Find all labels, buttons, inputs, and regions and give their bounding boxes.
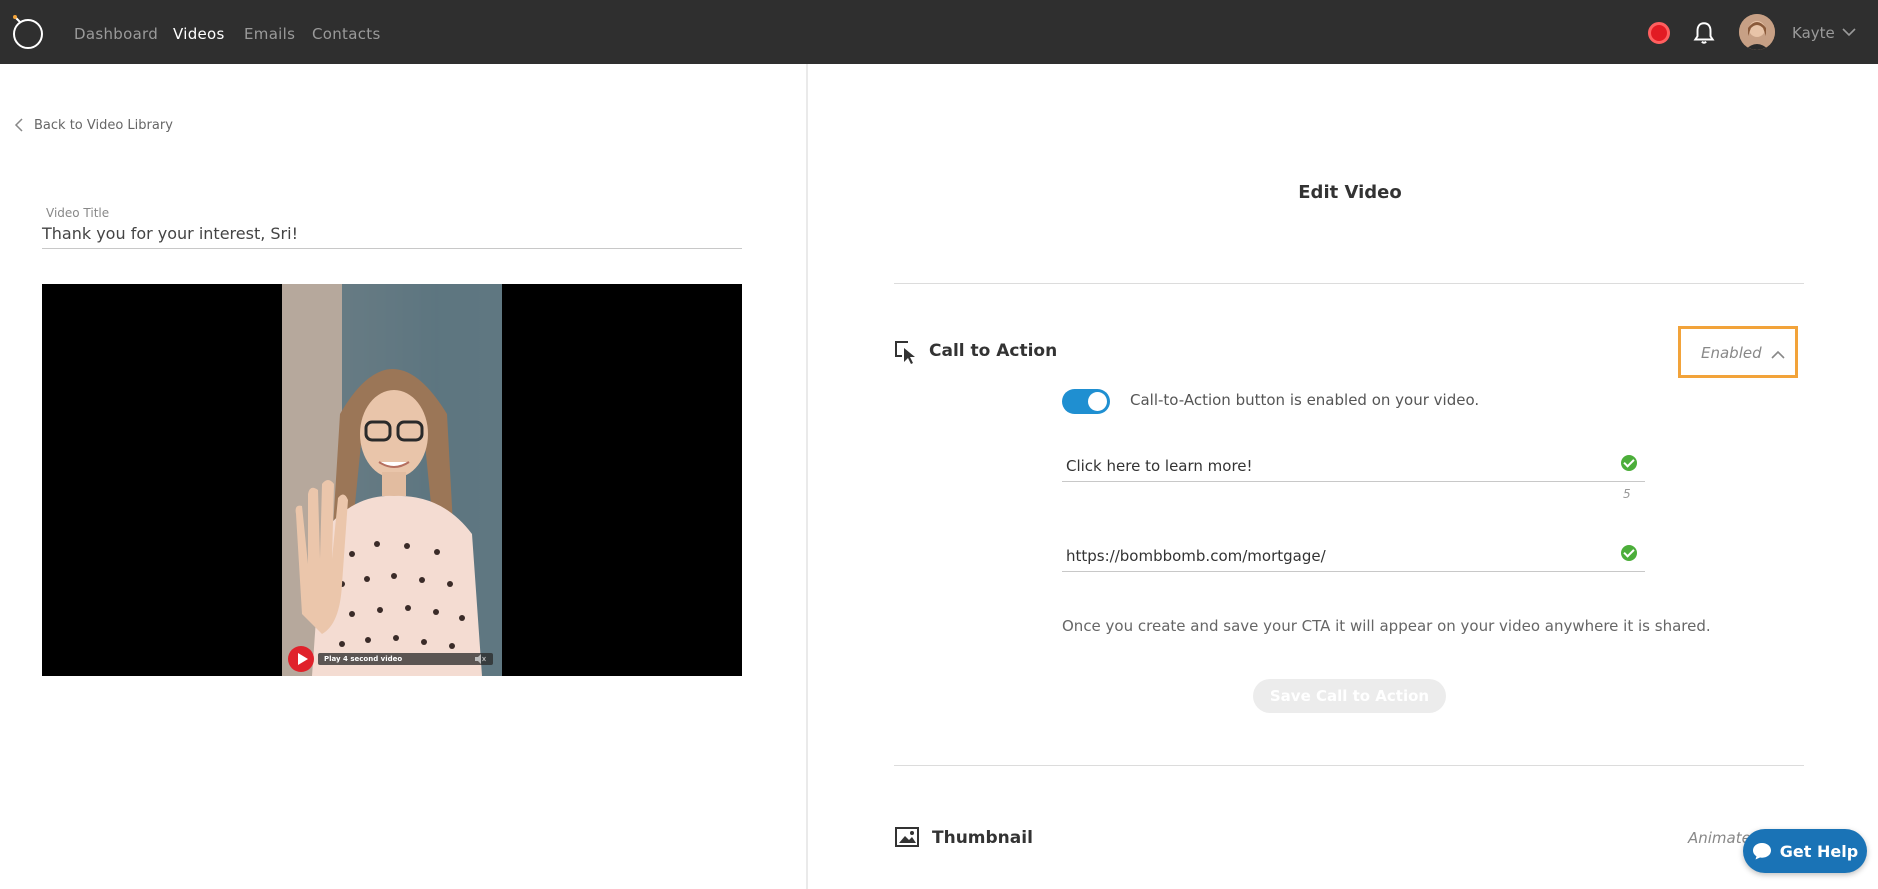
back-to-library-link[interactable]: Back to Video Library (14, 117, 173, 133)
cursor-click-icon (895, 341, 915, 364)
mute-icon[interactable] (474, 654, 486, 664)
section-divider (894, 765, 1804, 766)
video-play-label: Play 4 second video (324, 655, 403, 663)
play-icon[interactable] (288, 646, 314, 672)
cta-url-input[interactable]: https://bombbomb.com/mortgage/ (1066, 547, 1326, 565)
thumbnail-status-label[interactable]: Animate (1688, 829, 1751, 847)
cta-status-label: Enabled (1701, 344, 1762, 362)
video-title-label: Video Title (46, 206, 110, 220)
top-nav-bar: Dashboard Videos Emails Contacts Kayte (0, 0, 1878, 64)
section-divider (894, 283, 1804, 284)
check-icon (1621, 545, 1637, 561)
save-cta-button[interactable]: Save Call to Action (1253, 679, 1446, 713)
toggle-knob (1088, 392, 1107, 411)
cta-url-underline (1062, 571, 1645, 572)
back-link-label: Back to Video Library (34, 117, 173, 133)
panel-divider (806, 64, 808, 889)
video-player[interactable]: Play 4 second video (42, 284, 742, 676)
check-icon (1621, 455, 1637, 471)
nav-link-dashboard[interactable]: Dashboard (74, 25, 158, 43)
chevron-left-icon (14, 118, 23, 132)
nav-link-videos[interactable]: Videos (173, 25, 225, 43)
page-title: Edit Video (1298, 182, 1402, 203)
get-help-button[interactable]: Get Help (1743, 829, 1867, 873)
char-count: 5 (1623, 487, 1631, 501)
image-icon (895, 827, 919, 847)
avatar[interactable] (1739, 14, 1775, 50)
nav-link-contacts[interactable]: Contacts (312, 25, 381, 43)
thumbnail-section-title[interactable]: Thumbnail (932, 828, 1033, 848)
cta-enable-switch[interactable] (1062, 389, 1110, 414)
chat-bubble-icon (1752, 843, 1771, 860)
get-help-label: Get Help (1779, 841, 1859, 861)
bell-icon[interactable] (1691, 20, 1717, 46)
nav-link-emails[interactable]: Emails (244, 25, 295, 43)
video-control-bar: Play 4 second video (288, 646, 496, 672)
chevron-up-icon (1771, 350, 1785, 359)
cta-section-title[interactable]: Call to Action (929, 341, 1057, 361)
cta-toggle-label: Call-to-Action button is enabled on your… (1130, 391, 1480, 409)
cta-status-toggle[interactable]: Enabled (1678, 326, 1798, 378)
cta-button-text-input[interactable]: Click here to learn more! (1066, 457, 1253, 475)
video-title-input[interactable]: Thank you for your interest, Sri! (42, 224, 298, 243)
video-title-underline (42, 248, 742, 249)
record-icon[interactable] (1648, 22, 1670, 44)
cta-info-text: Once you create and save your CTA it wil… (1062, 617, 1711, 635)
bombbomb-logo-icon[interactable] (8, 12, 48, 52)
video-preview-image: Play 4 second video (282, 284, 502, 676)
chevron-down-icon[interactable] (1842, 27, 1856, 37)
user-name[interactable]: Kayte (1792, 24, 1835, 42)
cta-button-text-underline (1062, 481, 1645, 482)
